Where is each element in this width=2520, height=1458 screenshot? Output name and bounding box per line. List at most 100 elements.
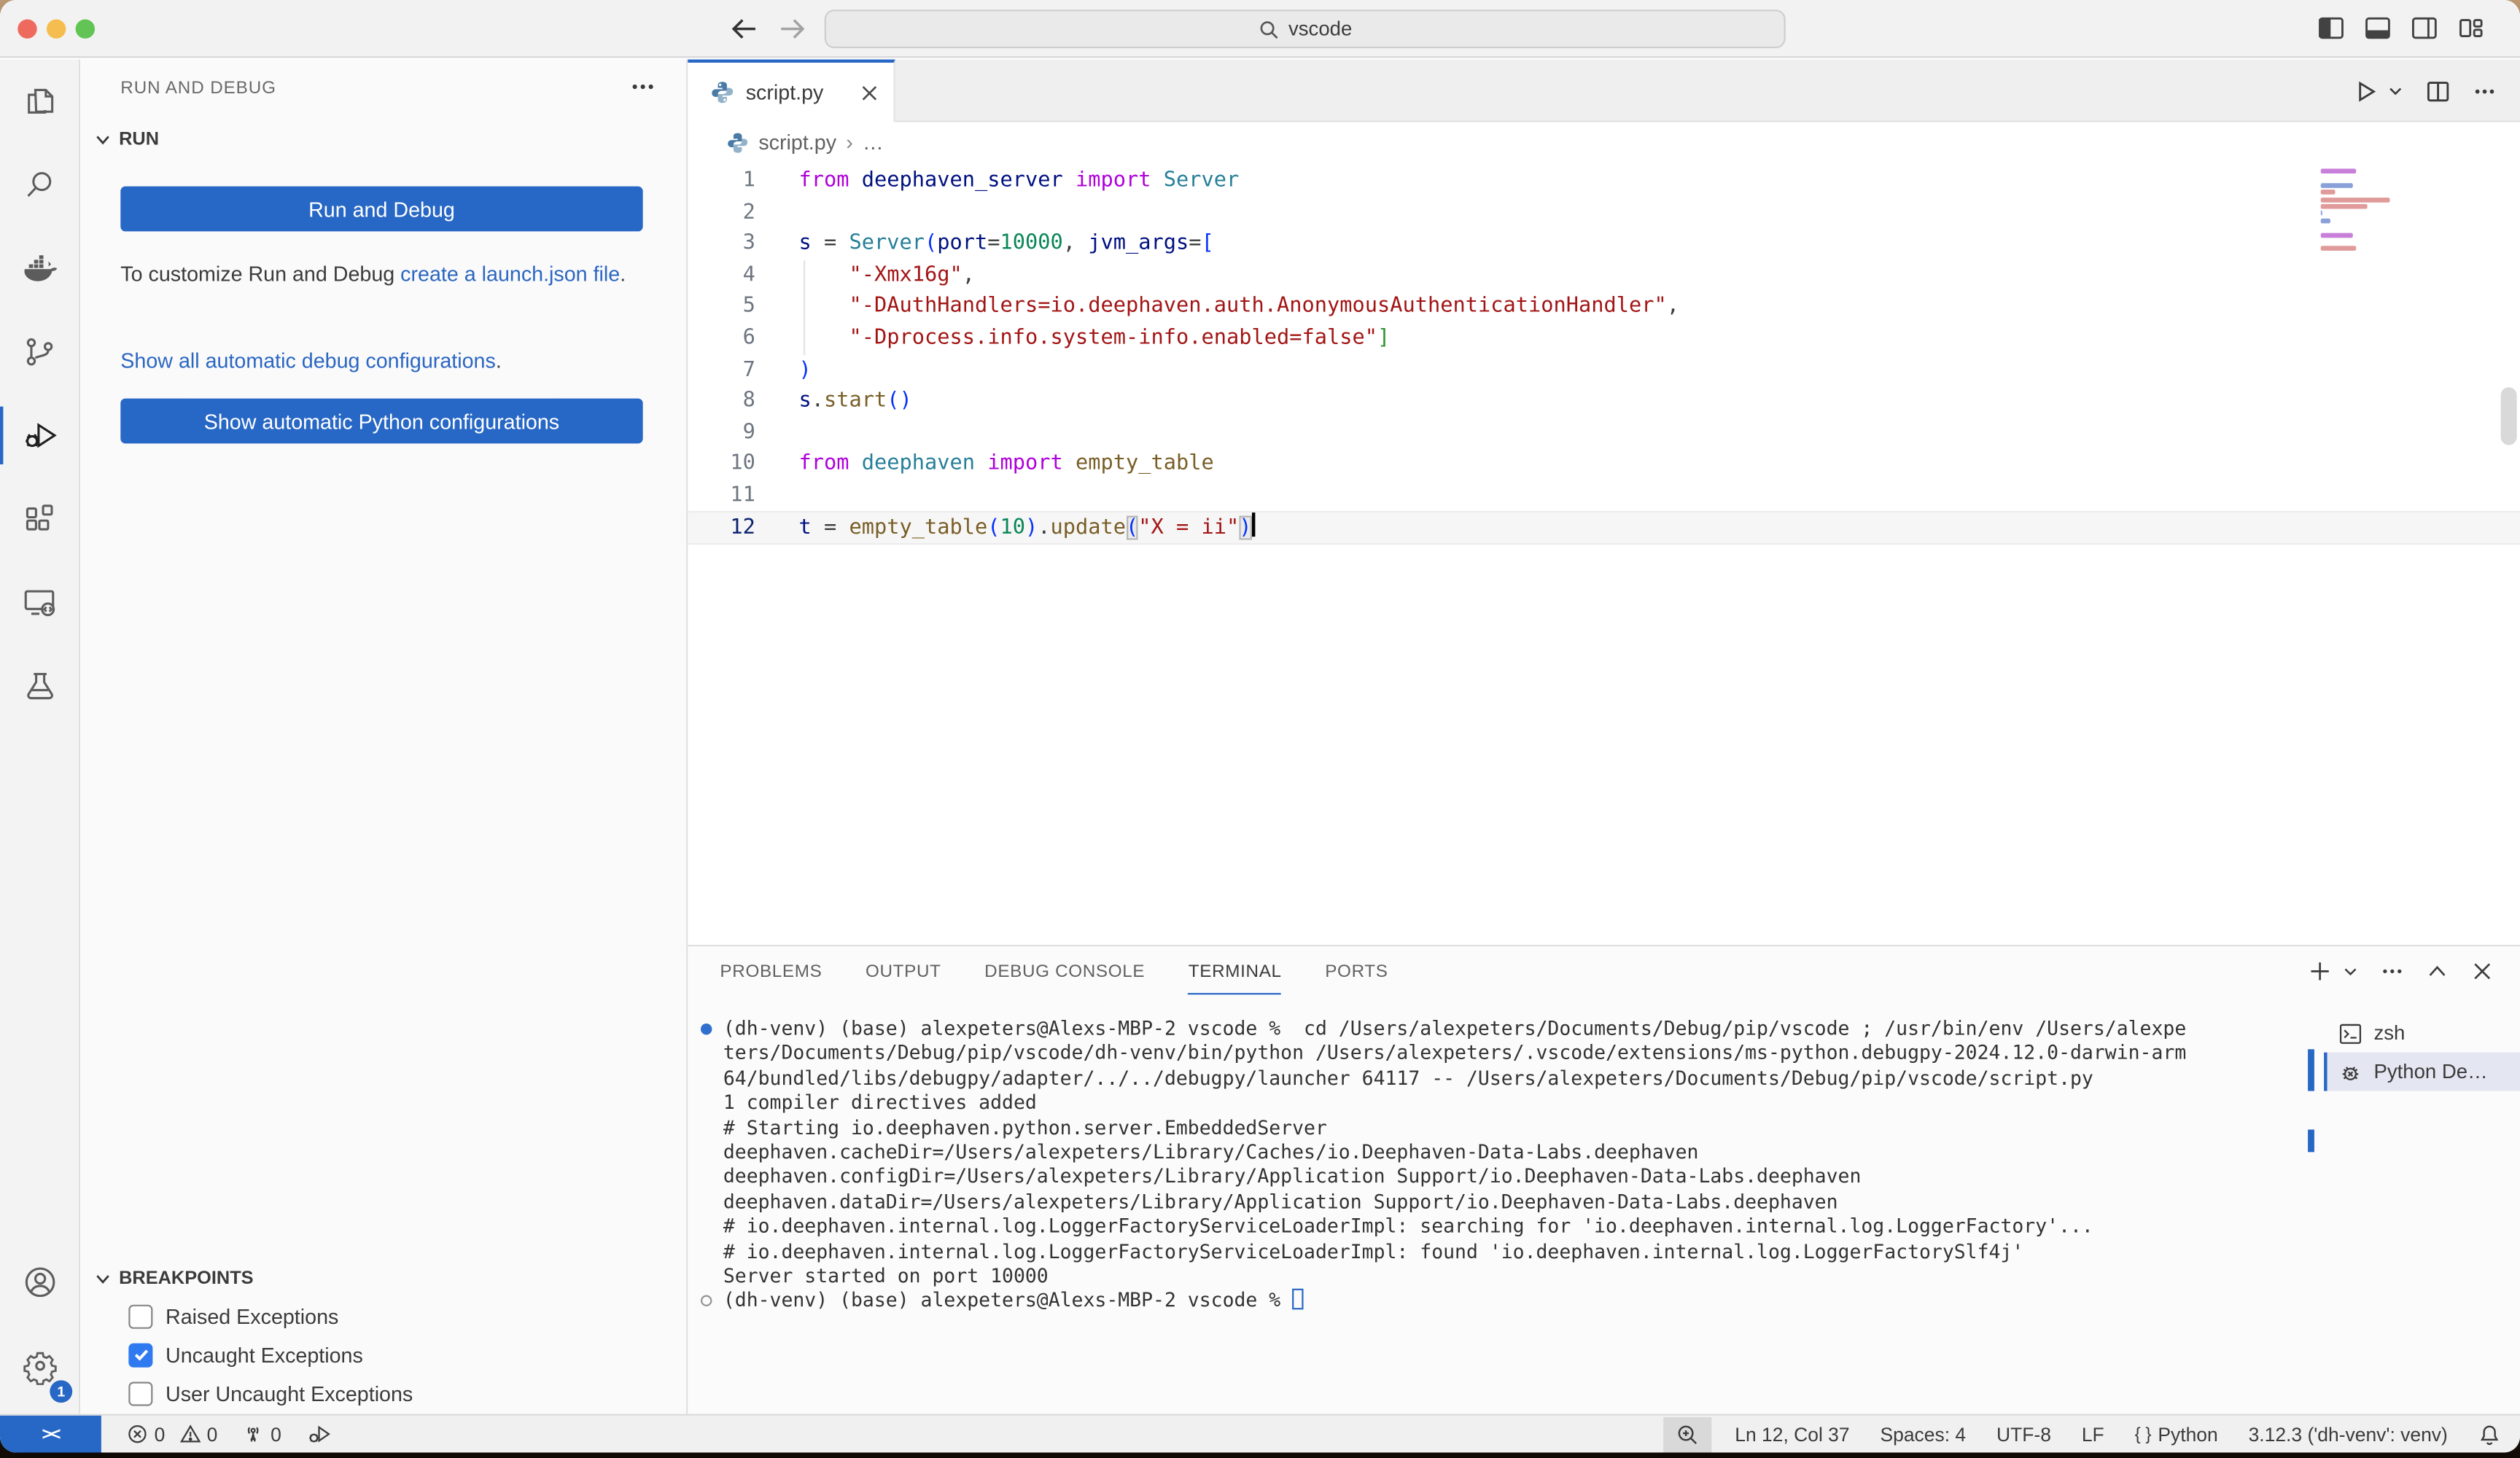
customize-layout-icon[interactable]	[2457, 15, 2484, 42]
terminal-line: # io.deephaven.internal.log.LoggerFactor…	[701, 1239, 2308, 1264]
code-line: 10from deephaven import empty_table	[688, 449, 2520, 480]
activity-settings[interactable]: 1	[0, 1324, 80, 1408]
checkbox-unchecked[interactable]	[128, 1304, 152, 1328]
views-more-actions-icon[interactable]	[629, 72, 658, 101]
panel-tab-debug-console[interactable]: DEBUG CONSOLE	[984, 962, 1145, 994]
activity-accounts[interactable]	[0, 1241, 80, 1325]
docker-icon	[21, 249, 60, 288]
breadcrumb[interactable]: script.py › …	[688, 122, 2520, 163]
split-editor-icon[interactable]	[2425, 78, 2451, 104]
navigate-forward-icon[interactable]	[774, 11, 809, 46]
show-python-configs-button[interactable]: Show automatic Python configurations	[120, 399, 642, 444]
braces-icon: { }	[2135, 1424, 2152, 1443]
activity-search[interactable]	[0, 143, 80, 227]
line-number: 8	[688, 386, 755, 417]
accounts-icon	[21, 1263, 60, 1301]
terminal-line: 1 compiler directives added	[701, 1091, 2308, 1116]
code-line: 1from deephaven_server import Server	[688, 165, 2520, 197]
activity-explorer[interactable]	[0, 60, 80, 144]
breakpoint-label: Uncaught Exceptions	[166, 1343, 363, 1367]
minimap[interactable]	[2321, 168, 2437, 253]
toggle-secondary-sidebar-icon[interactable]	[2411, 15, 2438, 42]
panel-tab-terminal[interactable]: TERMINAL	[1189, 962, 1282, 994]
activity-remote-explorer[interactable]	[0, 561, 80, 644]
line-number: 12	[688, 512, 755, 543]
maximize-panel-icon[interactable]	[2425, 959, 2449, 983]
editor-actions	[2353, 60, 2497, 122]
cursor-position[interactable]: Ln 12, Col 37	[1735, 1423, 1849, 1446]
activity-source-control[interactable]	[0, 310, 80, 394]
panel-tab-ports[interactable]: PORTS	[1325, 962, 1388, 994]
navigate-back-icon[interactable]	[726, 11, 761, 46]
code-line: 7)	[688, 354, 2520, 386]
encoding-status[interactable]: UTF-8	[1996, 1423, 2051, 1446]
activity-testing[interactable]	[0, 644, 80, 728]
indentation-status[interactable]: Spaces: 4	[1880, 1423, 1966, 1446]
zoom-in-icon	[1677, 1423, 1700, 1446]
editor-more-actions-icon[interactable]	[2472, 78, 2497, 104]
panel-tab-problems[interactable]: PROBLEMS	[720, 962, 822, 994]
close-window-button[interactable]	[18, 19, 36, 38]
breakpoints-section-header[interactable]: BREAKPOINTS	[93, 1269, 254, 1288]
run-dropdown-icon[interactable]	[2387, 82, 2404, 99]
activity-run-and-debug[interactable]	[0, 394, 80, 477]
zoom-window-button[interactable]	[76, 19, 95, 38]
editor-scrollbar-thumb[interactable]	[2501, 387, 2517, 445]
line-number: 1	[688, 165, 755, 197]
notifications-bell[interactable]	[2478, 1423, 2501, 1446]
minimap-line	[2321, 246, 2357, 252]
command-center-search[interactable]: vscode	[825, 9, 1786, 48]
terminal-dropdown-icon[interactable]	[2341, 962, 2359, 980]
terminal-line: deephaven.dataDir=/Users/alexpeters/Libr…	[701, 1190, 2308, 1215]
create-launch-json-link[interactable]: create a launch.json file	[400, 262, 620, 286]
code-line: 11	[688, 480, 2520, 512]
panel-more-actions-icon[interactable]	[2380, 959, 2404, 983]
panel-tab-output[interactable]: OUTPUT	[866, 962, 941, 994]
terminal-output[interactable]: (dh-venv) (base) alexpeters@Alexs-MBP-2 …	[701, 1017, 2308, 1408]
language-mode[interactable]: { } Python	[2135, 1423, 2218, 1446]
breadcrumb-file[interactable]: script.py	[758, 130, 836, 155]
breadcrumb-symbol[interactable]: …	[863, 130, 884, 155]
run-python-file-icon[interactable]	[2353, 78, 2379, 104]
terminal-tab-python-de-[interactable]: Python De…	[2324, 1053, 2520, 1091]
eol-status[interactable]: LF	[2082, 1423, 2104, 1446]
breadcrumb-separator: ›	[846, 130, 853, 155]
close-panel-icon[interactable]	[2470, 959, 2494, 983]
problems-status[interactable]: 0 0	[127, 1423, 217, 1446]
ports-status[interactable]: 0	[244, 1423, 281, 1446]
remote-explorer-icon	[21, 583, 60, 622]
minimap-line	[2321, 233, 2354, 238]
code-line: 6 "-Dprocess.info.system-info.enabled=fa…	[688, 323, 2520, 354]
activity-docker[interactable]	[0, 227, 80, 311]
new-terminal-icon[interactable]	[2308, 959, 2332, 983]
checkbox-unchecked[interactable]	[128, 1381, 152, 1405]
checkbox-checked[interactable]	[128, 1343, 152, 1367]
minimap-line	[2321, 239, 2437, 244]
settings-badge: 1	[50, 1380, 72, 1403]
run-and-debug-button[interactable]: Run and Debug	[120, 187, 642, 232]
editor-tab-bar: script.py	[688, 60, 2520, 122]
panel-actions	[2308, 959, 2494, 983]
debug-status-icon[interactable]	[307, 1422, 331, 1446]
toggle-primary-sidebar-icon[interactable]	[2317, 15, 2344, 42]
terminal-tab-zsh[interactable]: zsh	[2324, 1014, 2520, 1053]
close-tab-icon[interactable]	[858, 81, 881, 104]
zoom-indicator[interactable]	[1664, 1416, 1712, 1451]
minimap-line	[2321, 190, 2335, 195]
toggle-panel-icon[interactable]	[2364, 15, 2391, 42]
run-section-header[interactable]: RUN	[93, 130, 159, 149]
tab-script-py[interactable]: script.py	[688, 60, 895, 122]
minimize-window-button[interactable]	[47, 19, 66, 38]
terminal-cursor	[1292, 1289, 1303, 1310]
python-interpreter[interactable]: 3.12.3 ('dh-venv': venv)	[2249, 1423, 2448, 1446]
bug-play-icon	[307, 1422, 331, 1446]
show-all-configs-link[interactable]: Show all automatic debug configurations	[120, 348, 496, 373]
minimap-line	[2321, 204, 2368, 209]
remote-indicator[interactable]: ><	[0, 1415, 101, 1453]
terminal-scroll-decoration	[2308, 1049, 2314, 1091]
sidebar-title: RUN AND DEBUG	[120, 79, 276, 98]
code-editor[interactable]: 1from deephaven_server import Server23s …	[688, 163, 2520, 945]
activity-extensions[interactable]	[0, 477, 80, 561]
python-file-icon	[726, 131, 749, 154]
code-line: 12t = empty_table(10).update("X = ii")	[688, 512, 2520, 543]
